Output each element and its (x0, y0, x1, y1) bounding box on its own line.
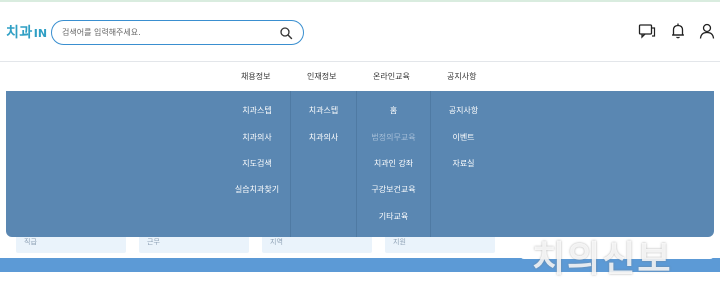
nav-item-notices[interactable]: 공지사항 (447, 71, 476, 82)
mega-column-notices: 공지사항 이벤트 자료실 (430, 91, 496, 237)
menu-item[interactable]: 치과인 강좌 (357, 158, 430, 169)
menu-item[interactable]: 치과스텝 (224, 105, 290, 116)
nav-item-jobs[interactable]: 채용정보 (241, 71, 270, 82)
site-logo[interactable]: 치과 IN (6, 22, 47, 44)
logo-in-mark: IN (33, 27, 48, 40)
site-header: 치과 IN (0, 2, 720, 62)
bell-icon[interactable] (669, 22, 687, 40)
logo-text: 치과 (6, 25, 33, 41)
main-nav: 채용정보 인재정보 온라인교육 공지사항 (0, 63, 720, 91)
menu-item[interactable]: 법정의무교육 (357, 132, 430, 143)
search-input[interactable] (62, 25, 272, 40)
menu-item[interactable]: 지도검색 (224, 158, 290, 169)
user-icon[interactable] (698, 22, 716, 40)
menu-item[interactable]: 치과의사 (224, 132, 290, 143)
mega-column-jobs: 치과스텝 치과의사 지도검색 실습치과찾기 (224, 91, 290, 237)
menu-item[interactable]: 실습치과찾기 (224, 184, 290, 195)
search-icon[interactable] (279, 26, 293, 40)
menu-item[interactable]: 기타교육 (357, 211, 430, 222)
nav-item-talent[interactable]: 인재정보 (307, 71, 336, 82)
mega-menu: 치과스텝 치과의사 지도검색 실습치과찾기 치과스텝 치과의사 홈 법정의무교육… (6, 91, 714, 237)
menu-item[interactable]: 이벤트 (431, 132, 496, 143)
search-box (51, 20, 304, 45)
nav-item-online-education[interactable]: 온라인교육 (373, 71, 410, 82)
menu-item[interactable]: 자료실 (431, 158, 496, 169)
menu-item[interactable]: 치과의사 (291, 132, 356, 143)
watermark-logo: 치의신보 (532, 239, 673, 280)
menu-item[interactable]: 구강보건교육 (357, 184, 430, 195)
mega-column-education: 홈 법정의무교육 치과인 강좌 구강보건교육 기타교육 (356, 91, 430, 237)
menu-item[interactable]: 치과스텝 (291, 105, 356, 116)
menu-item[interactable]: 홈 (357, 105, 430, 116)
menu-item[interactable]: 공지사항 (431, 105, 496, 116)
chat-icon[interactable] (638, 22, 656, 40)
mega-column-talent: 치과스텝 치과의사 (290, 91, 356, 237)
